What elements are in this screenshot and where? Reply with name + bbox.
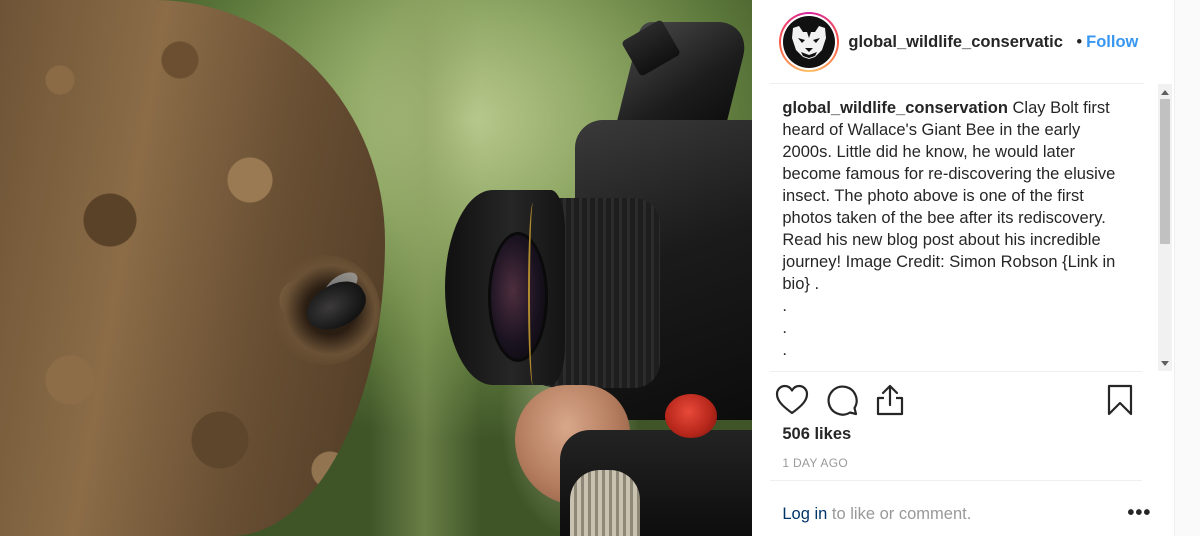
post-photo[interactable] <box>0 0 753 536</box>
post-actions <box>776 382 1151 422</box>
share-icon <box>877 384 904 416</box>
share-button[interactable] <box>872 382 908 418</box>
caption-dot: . <box>782 319 787 337</box>
actions-divider <box>770 371 1143 372</box>
tripod-red-knob <box>665 394 717 438</box>
header-separator: • <box>1076 32 1083 51</box>
avatar[interactable] <box>781 14 838 70</box>
avatar-story-ring[interactable] <box>779 12 840 72</box>
caption-username-link[interactable]: global_wildlife_conservation <box>782 99 1008 117</box>
follow-button[interactable]: Follow <box>1086 33 1138 52</box>
caption-dots: . . . <box>782 295 1127 361</box>
tripod-grip <box>570 470 640 536</box>
instagram-post: global_wildlife_conservatic • Follow glo… <box>0 0 1175 536</box>
caption-scrollbar[interactable] <box>1158 84 1173 371</box>
post-sidebar: global_wildlife_conservatic • Follow glo… <box>752 0 1174 536</box>
post-header: global_wildlife_conservatic • Follow <box>752 0 1174 84</box>
camera-lens-glass <box>488 232 548 362</box>
post-caption: global_wildlife_conservation Clay Bolt f… <box>782 97 1127 361</box>
login-link[interactable]: Log in <box>782 505 827 523</box>
header-text: global_wildlife_conservatic • Follow <box>848 33 1138 52</box>
scroll-down-arrow-icon[interactable] <box>1161 361 1170 366</box>
caption-text: Clay Bolt first heard of Wallace's Giant… <box>782 99 1116 293</box>
camera-lens-gold-ring <box>528 203 538 385</box>
bookmark-icon <box>1108 384 1133 416</box>
save-button[interactable] <box>1102 382 1138 418</box>
post-timestamp[interactable]: 1 DAY AGO <box>782 456 848 470</box>
comment-button[interactable] <box>824 382 860 418</box>
caption-dot: . <box>782 341 787 359</box>
likes-count[interactable]: 506 likes <box>782 425 851 444</box>
comment-prompt: Log in to like or comment. ••• <box>782 503 1150 524</box>
header-username-link[interactable]: global_wildlife_conservatic <box>848 33 1075 52</box>
heart-icon <box>776 384 809 415</box>
like-button[interactable] <box>774 382 810 418</box>
panther-logo-icon <box>783 16 836 68</box>
comment-icon <box>827 385 859 416</box>
comment-divider <box>770 480 1143 481</box>
scroll-up-arrow-icon[interactable] <box>1161 90 1170 95</box>
caption-scroll-area[interactable]: global_wildlife_conservation Clay Bolt f… <box>752 84 1174 372</box>
caption-dot: . <box>782 297 787 315</box>
more-options-icon[interactable]: ••• <box>1127 503 1151 523</box>
scrollbar-thumb[interactable] <box>1160 99 1171 244</box>
comment-prompt-text: to like or comment. <box>827 505 972 523</box>
